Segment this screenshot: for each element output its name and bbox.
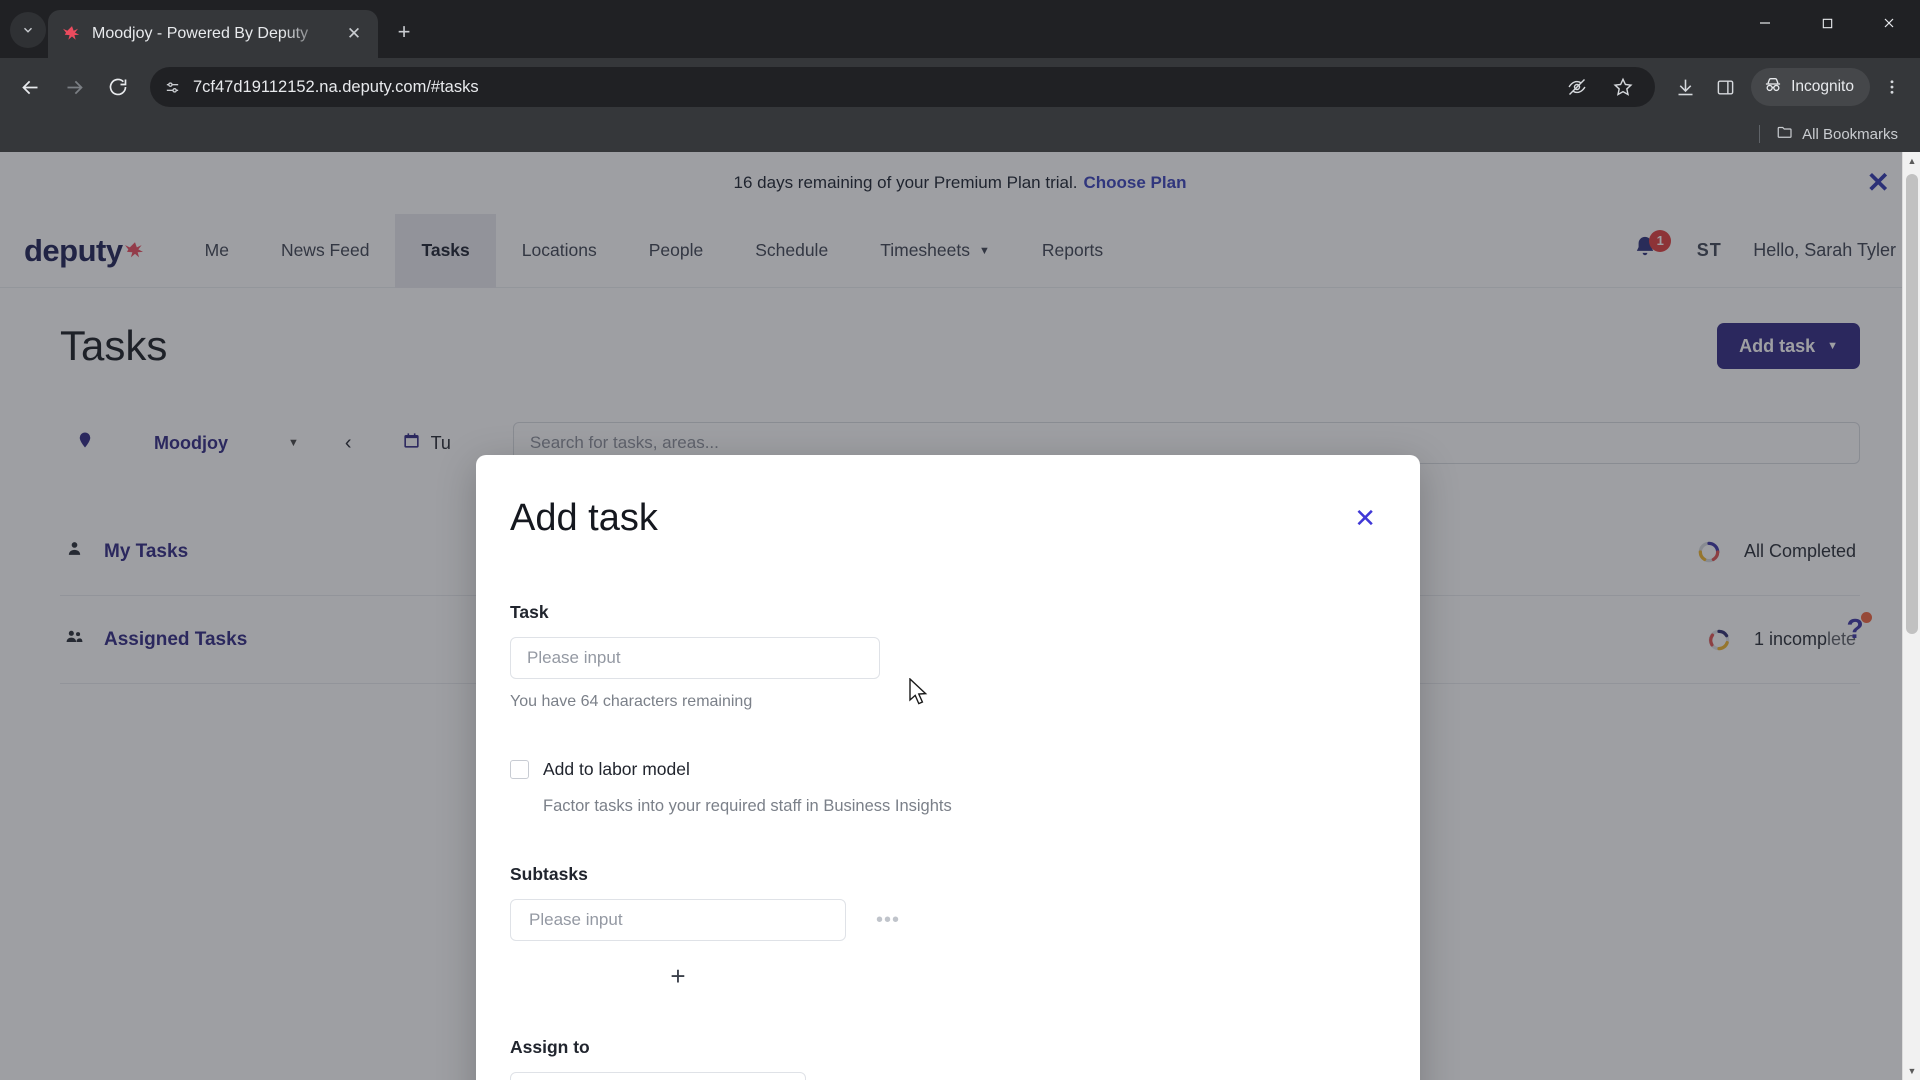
url-text: 7cf47d19112152.na.deputy.com/#tasks xyxy=(193,77,479,96)
browser-window: Moodjoy - Powered By Deputy ✕ + 7cf47d19… xyxy=(0,0,1920,1080)
subtasks-label: Subtasks xyxy=(510,864,588,884)
scroll-up-icon[interactable]: ▲ xyxy=(1903,152,1920,170)
window-controls xyxy=(1734,0,1920,46)
add-subtask-icon[interactable]: + xyxy=(670,963,685,989)
assign-to-select[interactable]: Select ▼ xyxy=(510,1072,806,1080)
back-icon[interactable] xyxy=(10,67,50,107)
add-task-modal: Add task ✕ Task Please input You have 64… xyxy=(476,455,1420,1080)
task-input-placeholder: Please input xyxy=(527,648,621,667)
tab-title: Moodjoy - Powered By Deputy xyxy=(92,25,309,42)
forward-icon[interactable] xyxy=(54,67,94,107)
side-panel-icon[interactable] xyxy=(1707,69,1743,105)
labor-model-description: Factor tasks into your required staff in… xyxy=(543,797,952,815)
tracking-protection-icon[interactable] xyxy=(1559,69,1595,105)
bookmark-star-icon[interactable] xyxy=(1605,69,1641,105)
tab-strip: Moodjoy - Powered By Deputy ✕ + xyxy=(0,0,1920,58)
bookmarks-bar: All Bookmarks xyxy=(0,116,1920,152)
modal-title: Add task xyxy=(510,497,658,539)
mouse-cursor xyxy=(908,677,930,713)
subtask-input[interactable]: Please input xyxy=(510,899,846,941)
subtasks-section: Subtasks Please input ••• + xyxy=(510,864,1386,989)
subtask-input-placeholder: Please input xyxy=(529,910,623,929)
tab-close-icon[interactable]: ✕ xyxy=(340,20,368,48)
assign-to-label: Assign to xyxy=(510,1037,590,1057)
bookmarks-divider xyxy=(1759,125,1761,143)
scroll-down-icon[interactable]: ▼ xyxy=(1903,1062,1920,1080)
scrollbar-thumb[interactable] xyxy=(1906,174,1918,634)
browser-toolbar: 7cf47d19112152.na.deputy.com/#tasks Inco… xyxy=(0,58,1920,116)
characters-remaining-text: You have 64 characters remaining xyxy=(510,693,753,710)
incognito-indicator[interactable]: Incognito xyxy=(1751,68,1870,106)
assign-to-section: Assign to Select ▼ xyxy=(510,1037,1386,1080)
page-scrollbar[interactable]: ▲ ▼ xyxy=(1902,152,1920,1080)
tab-search-icon[interactable] xyxy=(10,12,46,48)
window-close-icon[interactable] xyxy=(1858,0,1920,46)
browser-tab[interactable]: Moodjoy - Powered By Deputy ✕ xyxy=(48,10,378,58)
labor-model-checkbox-row[interactable]: Add to labor model xyxy=(510,759,1386,780)
task-name-input[interactable]: Please input xyxy=(510,637,880,679)
task-field-label: Task xyxy=(510,602,549,622)
incognito-icon xyxy=(1763,75,1783,100)
all-bookmarks-button[interactable]: All Bookmarks xyxy=(1776,123,1898,145)
site-settings-icon[interactable] xyxy=(164,79,181,96)
all-bookmarks-label: All Bookmarks xyxy=(1802,125,1898,143)
reload-icon[interactable] xyxy=(98,67,138,107)
maximize-icon[interactable] xyxy=(1796,0,1858,46)
modal-header: Add task ✕ xyxy=(476,455,1420,540)
new-tab-icon[interactable]: + xyxy=(390,18,418,46)
page-viewport: 16 days remaining of your Premium Plan t… xyxy=(0,152,1920,1080)
ellipsis-icon[interactable]: ••• xyxy=(876,910,900,930)
download-icon[interactable] xyxy=(1667,69,1703,105)
address-bar[interactable]: 7cf47d19112152.na.deputy.com/#tasks xyxy=(150,67,1656,107)
browser-menu-icon[interactable] xyxy=(1874,69,1910,105)
modal-body: Task Please input You have 64 characters… xyxy=(476,602,1420,1080)
modal-close-icon[interactable]: ✕ xyxy=(1354,505,1376,531)
labor-model-checkbox[interactable] xyxy=(510,760,529,779)
incognito-label: Incognito xyxy=(1791,78,1854,95)
folder-icon xyxy=(1776,123,1794,145)
labor-model-label: Add to labor model xyxy=(543,759,690,779)
minimize-icon[interactable] xyxy=(1734,0,1796,46)
deputy-star-icon xyxy=(62,24,82,44)
